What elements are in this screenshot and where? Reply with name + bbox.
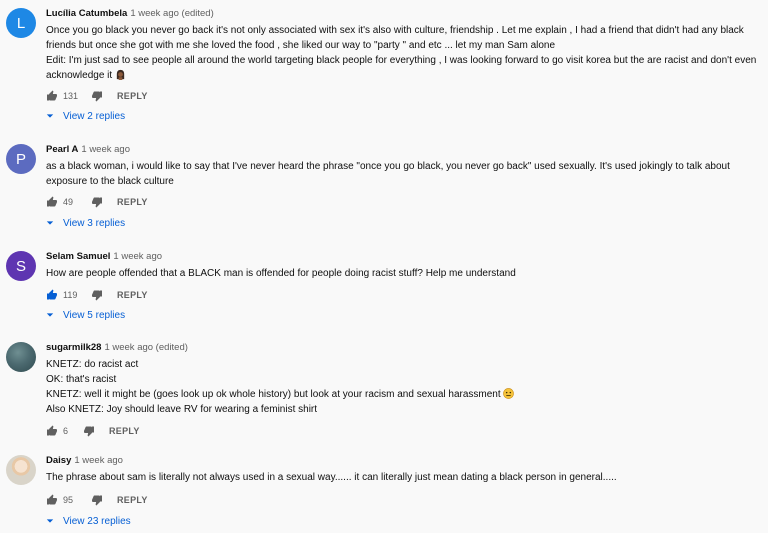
comment-actions: 119 REPLY <box>46 287 148 303</box>
thumbs-down-icon[interactable] <box>91 494 103 506</box>
avatar-letter: P <box>15 150 26 168</box>
caret-down-icon <box>46 221 54 225</box>
thumbs-up-icon[interactable] <box>46 90 58 102</box>
comment-header: Daisy 1 week ago <box>46 455 760 467</box>
comment-author[interactable]: Pearl A <box>46 144 78 155</box>
comment-line: The phrase about sam is literally not al… <box>46 472 617 483</box>
avatar[interactable] <box>6 342 36 372</box>
reply-button[interactable]: REPLY <box>117 197 148 207</box>
caret-down-icon <box>46 114 54 118</box>
comment-author[interactable]: sugarmilk28 <box>46 342 101 353</box>
caret-down-icon <box>46 313 54 317</box>
comment-author[interactable]: Daisy <box>46 455 71 466</box>
woman-emoji-icon <box>116 69 125 80</box>
comment-line: Once you go black you never go back it's… <box>46 25 744 51</box>
thumbs-up-icon[interactable] <box>46 196 58 208</box>
thumbs-up-icon[interactable] <box>46 289 58 301</box>
comment-line: Also KNETZ: Joy should leave RV for wear… <box>46 404 318 415</box>
reply-button[interactable]: REPLY <box>109 426 140 436</box>
thumbs-down-icon[interactable] <box>91 90 103 102</box>
comment-header: Lucília Catumbela 1 week ago (edited) <box>46 8 760 20</box>
view-replies-button[interactable]: View 2 replies <box>46 109 125 123</box>
thumbs-down-icon[interactable] <box>91 289 103 301</box>
reply-button[interactable]: REPLY <box>117 91 148 101</box>
thumbs-down-icon[interactable] <box>91 196 103 208</box>
comment-time[interactable]: 1 week ago <box>81 144 130 155</box>
thumbs-down-icon[interactable] <box>83 425 95 437</box>
comment-line: How are people offended that a BLACK man… <box>46 268 516 279</box>
comment-line: KNETZ: well it might be (goes look up ok… <box>46 387 760 402</box>
avatar[interactable]: P <box>6 144 36 174</box>
comment-time[interactable]: 1 week ago <box>74 455 123 466</box>
reply-button[interactable]: REPLY <box>117 290 148 300</box>
comment-text: as a black woman, i would like to say th… <box>46 159 760 189</box>
reply-button[interactable]: REPLY <box>117 495 148 505</box>
comment-line: KNETZ: do racist act <box>46 359 139 370</box>
comment-text: The phrase about sam is literally not al… <box>46 470 760 485</box>
comment-header: Pearl A1 week ago <box>46 144 760 156</box>
avatar-letter: L <box>16 14 26 32</box>
caret-down-icon <box>46 519 54 523</box>
comment-actions: 49 REPLY <box>46 194 148 210</box>
view-replies-label: View 5 replies <box>63 309 126 321</box>
comment-line: as a black woman, i would like to say th… <box>46 161 730 187</box>
view-replies-button[interactable]: View 5 replies <box>46 308 125 322</box>
comment-line: Edit: I'm just sad to see people all aro… <box>46 55 757 81</box>
comment-author[interactable]: Lucília Catumbela <box>46 8 127 19</box>
view-replies-button[interactable]: View 3 replies <box>46 216 125 230</box>
view-replies-label: View 3 replies <box>63 217 126 229</box>
avatar[interactable]: S <box>6 251 36 281</box>
thumbs-up-icon[interactable] <box>46 494 58 506</box>
thumbs-up-icon[interactable] <box>46 425 58 437</box>
view-replies-button[interactable]: View 23 replies <box>46 514 131 528</box>
avatar[interactable] <box>6 455 36 485</box>
comment-actions: 131 REPLY <box>46 88 148 104</box>
comment-text: KNETZ: do racist act OK: that's racist K… <box>46 357 760 417</box>
comment-actions: 6 REPLY <box>46 423 140 439</box>
comment-line: OK: that's racist <box>46 374 117 385</box>
like-count: 49 <box>63 197 74 207</box>
grimace-emoji-icon <box>503 388 515 399</box>
avatar-letter: S <box>15 257 26 275</box>
view-replies-label: View 2 replies <box>63 110 126 122</box>
comment-time[interactable]: 1 week ago (edited) <box>130 8 213 19</box>
avatar[interactable]: L <box>6 8 36 38</box>
comment-actions: 95 REPLY <box>46 492 148 508</box>
comment-text: How are people offended that a BLACK man… <box>46 266 760 281</box>
comment-text: Once you go black you never go back it's… <box>46 23 760 83</box>
like-count: 119 <box>63 290 78 300</box>
like-count: 95 <box>63 495 74 505</box>
comment-time[interactable]: 1 week ago <box>113 251 162 262</box>
comment-time[interactable]: 1 week ago (edited) <box>104 342 187 353</box>
view-replies-label: View 23 replies <box>63 515 131 527</box>
comment-header: sugarmilk28 1 week ago (edited) <box>46 342 760 354</box>
like-count: 6 <box>63 426 69 436</box>
comment-author[interactable]: Selam Samuel <box>46 251 110 262</box>
like-count: 131 <box>63 91 79 101</box>
comment-header: Selam Samuel 1 week ago <box>46 251 760 263</box>
